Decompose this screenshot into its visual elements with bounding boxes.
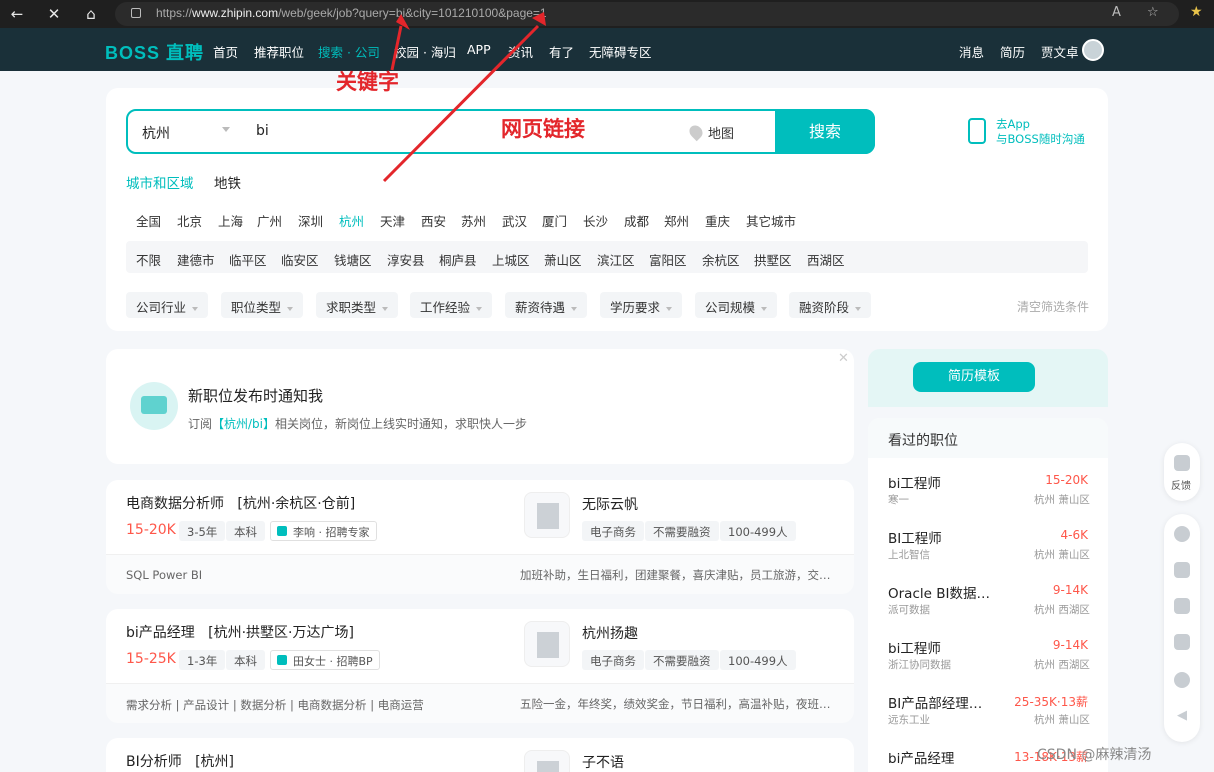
- feedback-label: 反馈: [1171, 481, 1191, 492]
- viewed-job-title[interactable]: bi工程师: [888, 472, 941, 492]
- chat-icon[interactable]: [1174, 562, 1190, 578]
- company-name[interactable]: 子不语: [582, 752, 624, 772]
- viewed-job-location: 杭州 萧山区: [1034, 549, 1090, 561]
- job-tag: 1-3年: [179, 650, 226, 670]
- company-logo[interactable]: [524, 621, 570, 667]
- feedback-button[interactable]: 反馈: [1164, 443, 1200, 501]
- job-salary: 15-20K: [126, 522, 176, 538]
- job-benefits: 加班补助，生日福利，团建聚餐，喜庆津贴，员工旅游，交…: [520, 568, 831, 582]
- job-tag: 本科: [226, 650, 265, 670]
- viewed-job-location: 杭州 西湖区: [1034, 604, 1090, 616]
- viewed-job-location: 杭州 萧山区: [1034, 714, 1090, 726]
- collapse-icon[interactable]: ◀: [1177, 708, 1187, 723]
- annotation-keyword: 关键字: [336, 70, 399, 94]
- viewed-jobs-title: 看过的职位: [888, 433, 958, 449]
- recruiter-chat[interactable]: 李响 · 招聘专家: [270, 521, 377, 541]
- viewed-job-title[interactable]: BI产品部经理…: [888, 692, 982, 712]
- job-title[interactable]: bi产品经理 [杭州·拱墅区·万达广场]: [126, 622, 354, 642]
- float-toolbar: ◀: [1164, 514, 1200, 742]
- viewed-job-location: 杭州 西湖区: [1034, 659, 1090, 671]
- viewed-job-salary: 9-14K: [1052, 583, 1088, 597]
- company-name[interactable]: 杭州扬趣: [582, 623, 638, 643]
- job-tag: 本科: [226, 521, 265, 541]
- recruiter-chat[interactable]: 田女士 · 招聘BP: [270, 650, 380, 670]
- job-title[interactable]: BI分析师 [杭州]: [126, 751, 234, 771]
- job-salary: 15-25K: [126, 651, 176, 667]
- watermark: CSDN @麻辣清汤: [1037, 747, 1152, 763]
- headset-icon[interactable]: [1174, 672, 1190, 688]
- viewed-job-company: 寒一: [888, 494, 909, 506]
- viewed-job-title[interactable]: bi产品经理: [888, 747, 954, 767]
- viewed-job-company: 浙江协同数据: [888, 659, 951, 671]
- company-logo[interactable]: [524, 750, 570, 772]
- viewed-job-company: 远东工业: [888, 714, 930, 726]
- company-tag: 不需要融资: [645, 521, 719, 541]
- viewed-job-location: 杭州 萧山区: [1034, 494, 1090, 506]
- viewed-job-title[interactable]: bi工程师: [888, 637, 941, 657]
- viewed-job-title[interactable]: Oracle BI数据…: [888, 582, 990, 602]
- company-tag: 不需要融资: [645, 650, 719, 670]
- company-tag: 电子商务: [582, 521, 644, 541]
- job-skills: SQL Power BI: [126, 568, 203, 582]
- annotation-link: 网页链接: [501, 117, 585, 141]
- viewed-job-title[interactable]: BI工程师: [888, 527, 942, 547]
- user-icon[interactable]: [1174, 634, 1190, 650]
- notify-desc: 订阅【杭州/bi】相关岗位，新岗位上线实时通知，求职快人一步: [188, 417, 528, 431]
- resume-template-button[interactable]: 简历模板: [913, 362, 1035, 392]
- notify-card: [106, 349, 854, 464]
- feedback-icon: [1174, 455, 1190, 471]
- viewed-job-salary: 9-14K: [1052, 638, 1088, 652]
- notify-title: 新职位发布时通知我: [188, 387, 324, 405]
- viewed-job-company: 上北智信: [888, 549, 930, 561]
- company-tag: 100-499人: [720, 521, 796, 541]
- job-tag: 3-5年: [179, 521, 226, 541]
- viewed-job-company: 派可数据: [888, 604, 930, 616]
- viewed-job-salary: 25-35K·13薪: [1014, 695, 1088, 709]
- company-name[interactable]: 无际云帆: [582, 494, 638, 514]
- heart-icon[interactable]: [1174, 526, 1190, 542]
- company-logo[interactable]: [524, 492, 570, 538]
- company-tag: 100-499人: [720, 650, 796, 670]
- viewed-job-salary: 15-20K: [1045, 473, 1088, 487]
- viewed-job-salary: 4-6K: [1060, 528, 1088, 542]
- send-icon[interactable]: [1174, 598, 1190, 614]
- company-tag: 电子商务: [582, 650, 644, 670]
- job-skills: 需求分析 | 产品设计 | 数据分析 | 电商数据分析 | 电商运营: [126, 698, 424, 712]
- close-icon[interactable]: ✕: [838, 351, 849, 366]
- mail-icon: [130, 382, 178, 430]
- job-title[interactable]: 电商数据分析师 [杭州·余杭区·仓前]: [126, 493, 355, 513]
- job-benefits: 五险一金，年终奖，绩效奖金，节日福利，高温补贴，夜班…: [520, 697, 831, 711]
